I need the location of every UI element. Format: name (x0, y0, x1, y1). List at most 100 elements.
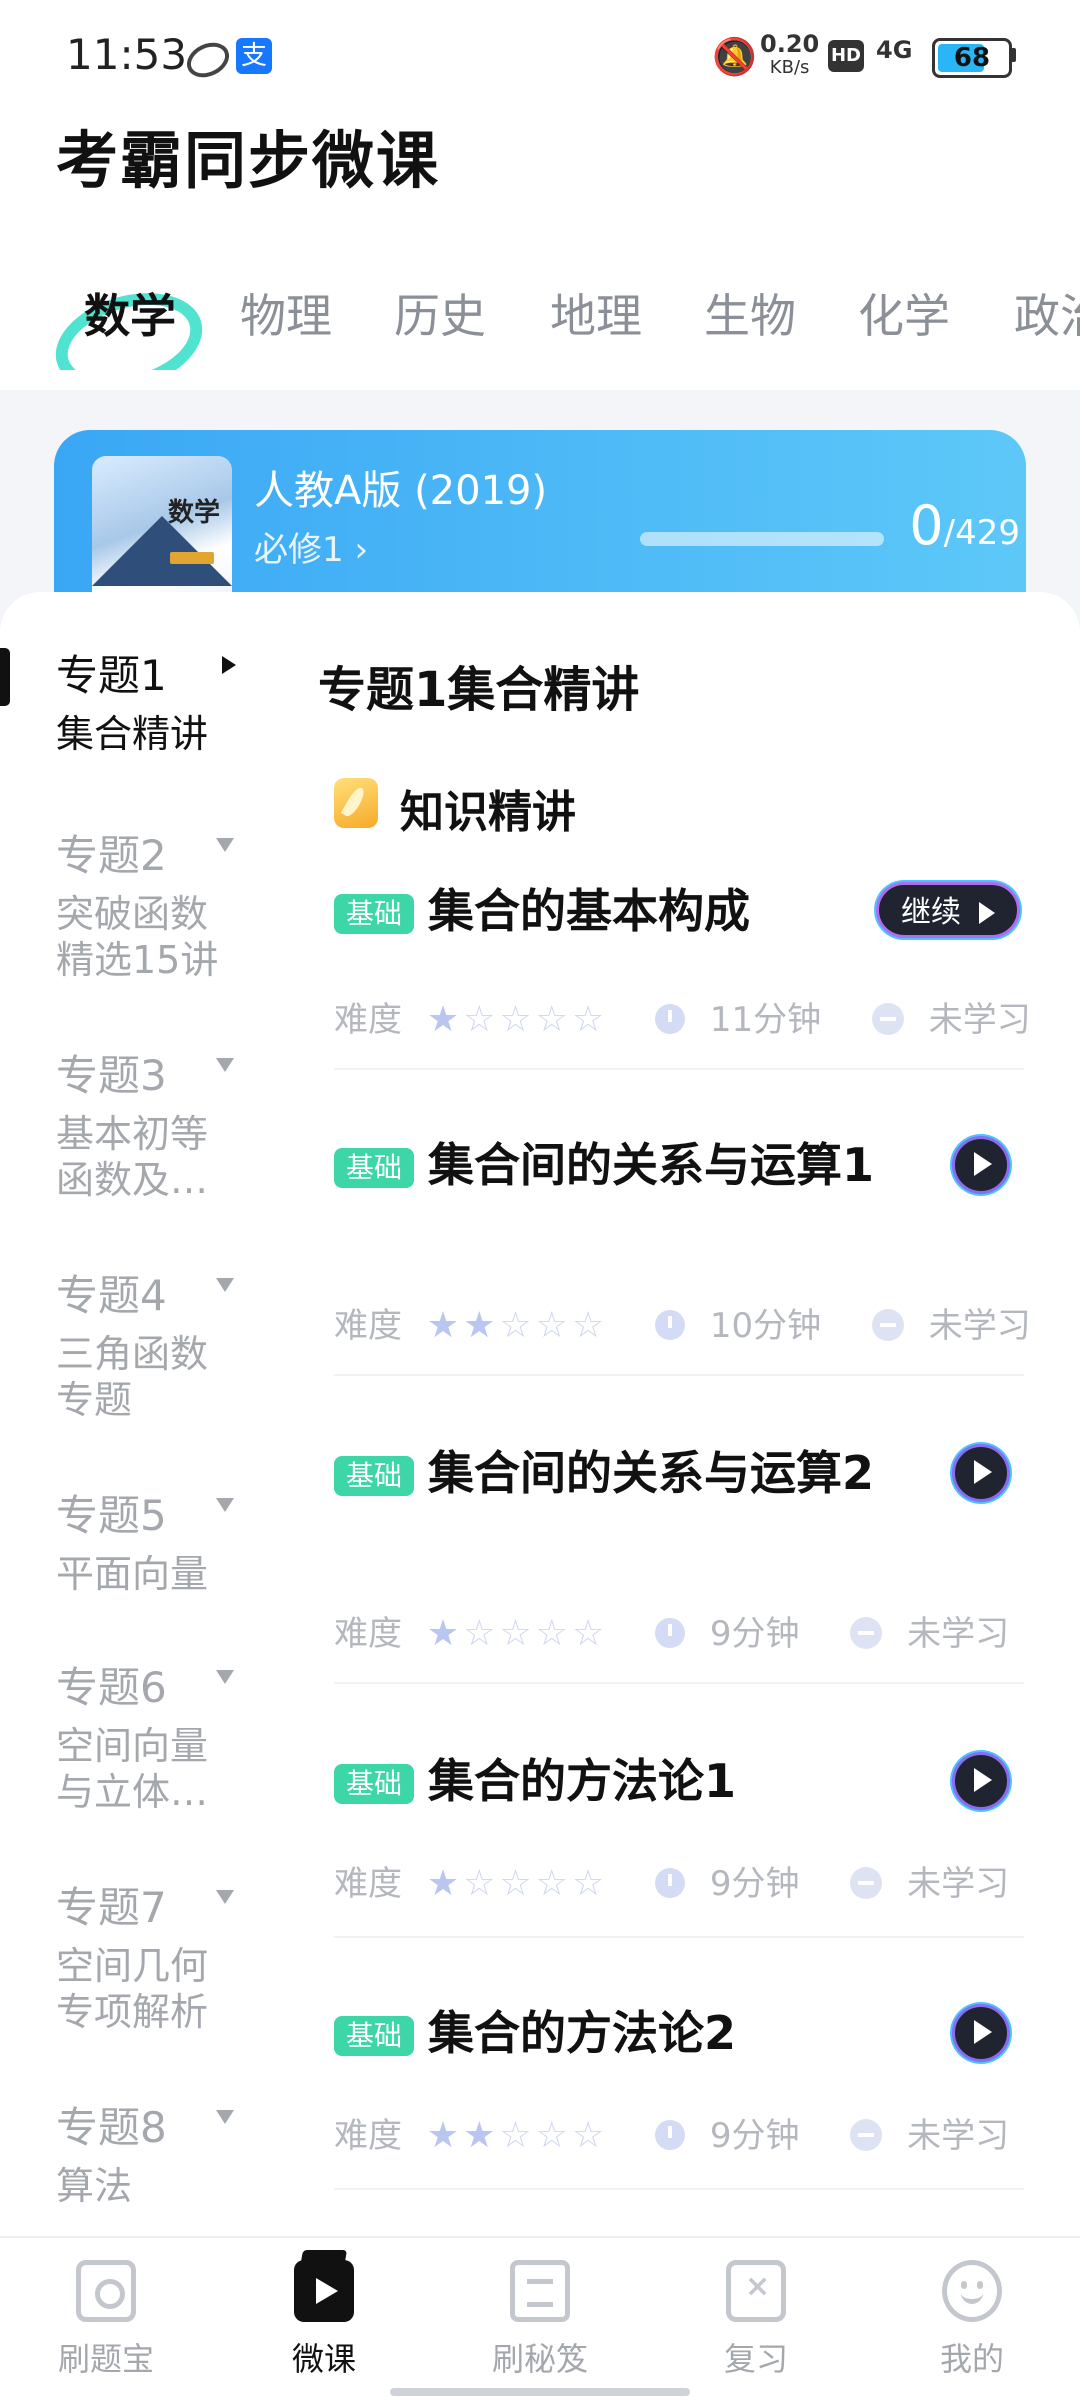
divider (334, 1936, 1024, 1938)
textbook-edition: 人教A版 (2019) (254, 468, 548, 514)
smiley-icon (942, 2260, 1002, 2322)
nav-item-weike[interactable]: 微课 (244, 2260, 404, 2380)
lesson-status: 未学习 (928, 1306, 1031, 1346)
active-topic-indicator (0, 648, 10, 706)
not-started-icon (850, 2119, 883, 2151)
topic-number-text: 专题5 (56, 1491, 167, 1540)
textbook-volume-selector[interactable]: 必修1 › (254, 522, 368, 571)
nav-item-fuxi[interactable]: 复习 (676, 2260, 836, 2380)
signal-icon: 4G (876, 36, 913, 64)
difficulty-label: 难度 (334, 1864, 402, 1904)
lesson-item[interactable]: 基础 集合间的关系与运算2 难度 ★☆☆☆☆ 9分钟 未学习 (334, 1444, 1024, 1684)
topic-item-6[interactable]: 专题6 空间向量 与立体… (56, 1654, 256, 1815)
nav-item-shuatibao[interactable]: 刷题宝 (26, 2260, 186, 2380)
topic-number: 专题3 (56, 1042, 256, 1103)
lesson-item[interactable]: 基础 集合的基本构成 继续 难度 ★☆☆☆☆ 11分钟 未学习 (334, 882, 1031, 1070)
battery-icon: 68 (932, 38, 1012, 78)
topic-number: 专题6 (56, 1654, 256, 1715)
scroll-icon (510, 2260, 570, 2322)
play-button[interactable] (952, 1136, 1010, 1194)
play-button[interactable] (952, 2004, 1010, 2062)
level-badge: 基础 (334, 1148, 415, 1188)
tab-history[interactable]: 历史 (394, 280, 486, 346)
star-empty-icon: ☆ (463, 999, 500, 1040)
home-indicator[interactable] (390, 2388, 690, 2396)
tab-chemistry[interactable]: 化学 (858, 280, 950, 346)
lesson-item[interactable]: 基础 集合间的关系与运算1 难度 ★★☆☆☆ 10分钟 未学习 (334, 1136, 1031, 1376)
level-badge: 基础 (334, 2016, 415, 2056)
topic-item-1[interactable]: 专题1 集合精讲 (56, 642, 256, 757)
section-title: 专题1集合精讲 (318, 662, 640, 718)
play-button[interactable] (952, 1752, 1010, 1810)
star-filled-icon: ★ (426, 999, 464, 1040)
caret-right-icon (222, 656, 236, 674)
star-empty-icon: ☆ (571, 1863, 609, 1904)
topic-item-8[interactable]: 专题8 算法 (56, 2094, 256, 2209)
tab-geography[interactable]: 地理 (550, 280, 642, 346)
star-empty-icon: ☆ (535, 2115, 572, 2156)
topic-number: 专题8 (56, 2094, 256, 2155)
progress-count: 0/429 (860, 494, 1020, 557)
lesson-title-row: 基础 集合间的关系与运算1 (334, 1136, 894, 1194)
group-label: 知识精讲 (400, 787, 576, 838)
progress-done: 0 (909, 494, 944, 557)
topic-number: 专题2 (56, 822, 256, 883)
topic-item-3[interactable]: 专题3 基本初等 函数及… (56, 1042, 256, 1203)
continue-button[interactable]: 继续 (876, 882, 1020, 938)
star-empty-icon: ☆ (571, 999, 609, 1040)
divider (334, 1068, 1024, 1070)
topic-item-2[interactable]: 专题2 突破函数 精选15讲 (56, 822, 256, 983)
topic-number-text: 专题4 (56, 1271, 167, 1320)
caret-down-icon (216, 1278, 234, 1292)
lesson-status: 未学习 (907, 1614, 1010, 1654)
lesson-meta: 难度 ★☆☆☆☆ 9分钟 未学习 (334, 1856, 1009, 1905)
difficulty-stars: ★☆☆☆☆ (427, 999, 608, 1040)
alipay-icon: 支 (236, 38, 272, 74)
tab-biology[interactable]: 生物 (704, 280, 796, 346)
star-empty-icon: ☆ (499, 1305, 536, 1346)
divider (334, 1682, 1024, 1684)
tab-math[interactable]: 数学 (84, 280, 176, 346)
difficulty-label: 难度 (334, 1000, 402, 1040)
tab-politics[interactable]: 政治 (1014, 280, 1080, 346)
review-icon (726, 2260, 786, 2322)
lesson-duration: 9分钟 (709, 1864, 800, 1904)
lesson-title: 集合间的关系与运算1 (428, 1138, 875, 1192)
star-filled-icon: ★ (426, 1613, 464, 1654)
nav-label: 刷秘笈 (491, 2340, 588, 2378)
tab-physics[interactable]: 物理 (240, 280, 332, 346)
nav-item-wode[interactable]: 我的 (892, 2260, 1052, 2380)
topic-subtitle: 算法 (56, 2164, 133, 2208)
topic-item-4[interactable]: 专题4 三角函数 专题 (56, 1262, 256, 1423)
lesson-duration: 9分钟 (709, 1614, 800, 1654)
app-header: 考霸同步微课 数学 物理 历史 地理 生物 化学 政治 (0, 110, 1080, 390)
clock-icon (655, 1310, 686, 1340)
lesson-status: 未学习 (907, 2116, 1010, 2156)
caret-down-icon (216, 2110, 234, 2124)
not-started-icon (871, 1003, 904, 1035)
caret-down-icon (216, 1058, 234, 1072)
progress-bar (640, 532, 884, 546)
star-empty-icon: ☆ (535, 999, 572, 1040)
search-book-icon (76, 2260, 136, 2322)
nav-label: 我的 (939, 2340, 1004, 2378)
lesson-item[interactable]: 基础 集合的方法论2 难度 ★★☆☆☆ 9分钟 未学习 (334, 2004, 1024, 2190)
clock-icon (655, 1004, 686, 1034)
nav-label: 微课 (291, 2340, 356, 2378)
not-started-icon (850, 1867, 883, 1899)
topic-number-text: 专题7 (56, 1883, 167, 1932)
not-started-icon (850, 1617, 883, 1649)
topic-item-5[interactable]: 专题5 平面向量 (56, 1482, 256, 1597)
topic-subtitle: 空间几何 专项解析 (56, 1944, 209, 2034)
play-button[interactable] (952, 1444, 1010, 1502)
battery-percent: 68 (953, 43, 991, 73)
topic-item-7[interactable]: 专题7 空间几何 专项解析 (56, 1874, 256, 2035)
caret-down-icon (216, 1670, 234, 1684)
lesson-item[interactable]: 基础 集合的方法论1 难度 ★☆☆☆☆ 9分钟 未学习 (334, 1752, 1024, 1938)
lesson-duration: 11分钟 (709, 1000, 822, 1040)
cover-title: 数学 (167, 498, 220, 528)
star-filled-icon: ★ (426, 2115, 464, 2156)
nav-item-shuamiji[interactable]: 刷秘笈 (460, 2260, 620, 2380)
cover-tag (170, 552, 214, 564)
caret-down-icon (216, 1498, 234, 1512)
